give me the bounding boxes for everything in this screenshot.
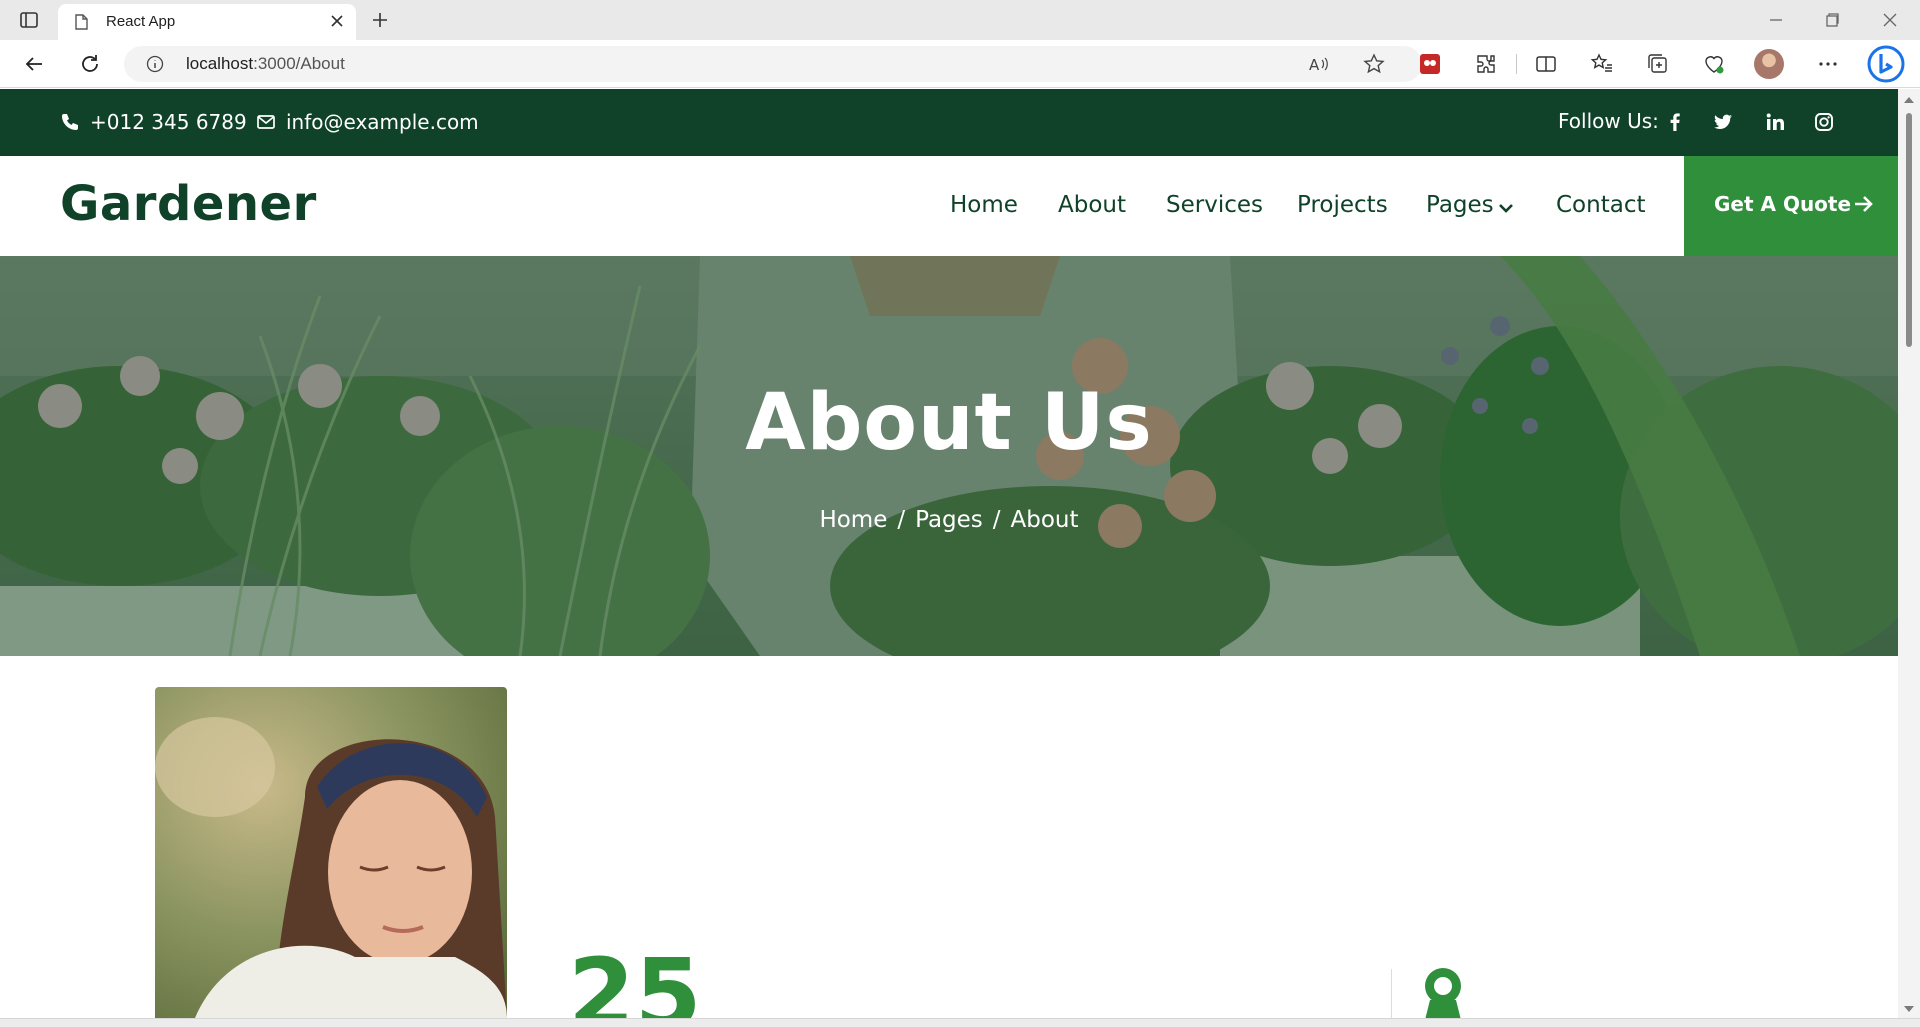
tab-actions-icon[interactable] — [18, 9, 40, 31]
collections-icon[interactable] — [1646, 52, 1670, 76]
page-title: About Us — [745, 378, 1153, 468]
nav-projects[interactable]: Projects — [1297, 192, 1388, 218]
browser-toolbar: localhost:3000/About A — [0, 40, 1920, 88]
instagram-icon[interactable] — [1813, 111, 1835, 133]
favorites-icon[interactable] — [1590, 52, 1614, 76]
browser-tabstrip: React App — [0, 0, 1920, 40]
read-aloud-icon[interactable]: A — [1306, 52, 1330, 76]
scroll-up-arrow[interactable] — [1904, 97, 1914, 103]
restore-icon[interactable] — [1820, 8, 1844, 32]
svg-text:A: A — [1309, 56, 1320, 74]
split-screen-icon[interactable] — [1534, 52, 1558, 76]
scroll-thumb[interactable] — [1906, 113, 1912, 347]
breadcrumb-about: About — [1010, 507, 1079, 533]
breadcrumb: Home / Pages / About — [0, 507, 1898, 533]
profile-avatar[interactable] — [1754, 49, 1784, 79]
nav-home[interactable]: Home — [950, 192, 1018, 218]
web-page: +012 345 6789 info@example.com Follow Us… — [0, 89, 1898, 1018]
nav-about[interactable]: About — [1058, 192, 1126, 218]
refresh-icon[interactable] — [78, 52, 102, 76]
url-text[interactable]: localhost:3000/About — [186, 54, 345, 74]
window-bottom-edge — [0, 1018, 1920, 1027]
extensions-icon[interactable] — [1474, 52, 1498, 76]
copilot-icon[interactable] — [1866, 44, 1906, 84]
breadcrumb-separator: / — [992, 507, 1001, 533]
gardener-woman-photo — [155, 687, 507, 1018]
nav-contact[interactable]: Contact — [1556, 192, 1645, 218]
page-header-hero: About Us Home / Pages / About — [0, 256, 1898, 656]
nav-services[interactable]: Services — [1166, 192, 1263, 218]
envelope-icon — [257, 115, 275, 129]
toolbar-divider — [1516, 54, 1517, 74]
browser-tab[interactable]: React App — [58, 4, 356, 40]
breadcrumb-pages[interactable]: Pages — [915, 507, 983, 533]
email-contact[interactable]: info@example.com — [256, 109, 479, 135]
main-navbar: Gardener Home About Services Projects Pa… — [0, 156, 1898, 256]
brand-logo[interactable]: Gardener — [60, 176, 317, 232]
breadcrumb-home[interactable]: Home — [819, 507, 887, 533]
breadcrumb-separator: / — [897, 507, 906, 533]
close-tab-icon[interactable] — [326, 10, 348, 32]
more-menu-icon[interactable] — [1816, 52, 1840, 76]
phone-number: +012 345 6789 — [90, 110, 247, 134]
new-tab-icon[interactable] — [368, 8, 392, 32]
close-window-icon[interactable] — [1878, 8, 1902, 32]
phone-contact[interactable]: +012 345 6789 — [60, 109, 247, 135]
page-icon — [75, 14, 88, 30]
minimize-icon[interactable] — [1764, 8, 1788, 32]
arrow-right-icon — [1855, 196, 1873, 212]
site-info-icon[interactable] — [146, 55, 164, 73]
nav-pages[interactable]: Pages — [1426, 192, 1494, 218]
about-image — [155, 687, 507, 1018]
experience-years-counter: 25 — [568, 938, 702, 1018]
linkedin-icon[interactable] — [1764, 111, 1786, 133]
scroll-down-arrow[interactable] — [1904, 1006, 1914, 1012]
extension-red-icon[interactable] — [1418, 52, 1442, 76]
back-icon[interactable] — [22, 52, 46, 76]
favorite-star-icon[interactable] — [1362, 52, 1386, 76]
email-address: info@example.com — [286, 110, 479, 134]
twitter-icon[interactable] — [1712, 111, 1734, 133]
section-divider — [1391, 969, 1392, 1018]
follow-us-label: Follow Us: — [1558, 109, 1659, 133]
facebook-icon[interactable] — [1664, 111, 1686, 133]
browser-essentials-icon[interactable] — [1702, 52, 1726, 76]
tab-title: React App — [106, 13, 176, 30]
phone-icon — [62, 114, 78, 130]
contact-topbar: +012 345 6789 info@example.com Follow Us… — [0, 89, 1898, 156]
get-a-quote-label: Get A Quote — [1714, 192, 1852, 216]
address-bar[interactable]: localhost:3000/About A — [124, 46, 1422, 82]
page-scrollbar[interactable] — [1898, 89, 1920, 1018]
chevron-down-icon[interactable] — [1498, 203, 1514, 213]
get-a-quote-button[interactable]: Get A Quote — [1684, 156, 1898, 256]
award-icon — [1425, 968, 1461, 1018]
